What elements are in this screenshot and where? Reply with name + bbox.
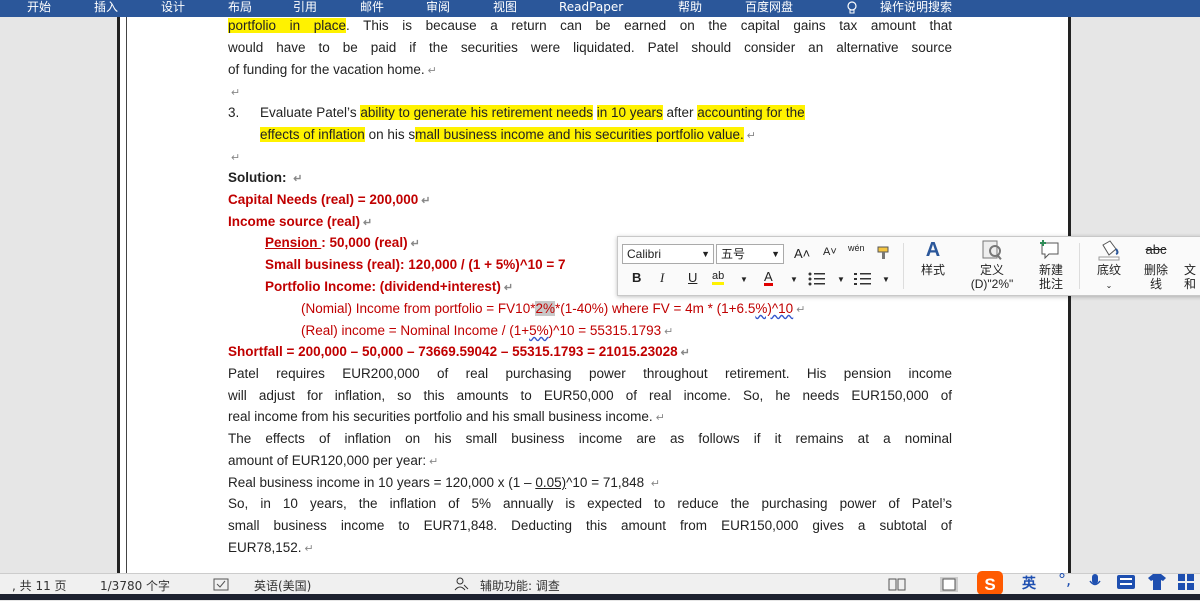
- income-source-line: Income source (real) ↵: [228, 214, 373, 229]
- shortfall-line: Shortfall = 200,000 – 50,000 – 73669.590…: [228, 344, 690, 359]
- punctuation-icon[interactable]: °,: [1058, 570, 1071, 589]
- pinyin-guide-button[interactable]: wén: [848, 243, 865, 253]
- tab-design[interactable]: 设计: [161, 0, 185, 17]
- bold-button[interactable]: B: [632, 270, 641, 285]
- lightbulb-icon: [847, 1, 857, 14]
- bullets-icon[interactable]: [808, 271, 826, 287]
- font-name-select[interactable]: Calibri ▼: [622, 244, 714, 264]
- strikethrough-button[interactable]: abc 删除 线: [1136, 239, 1176, 291]
- text-line: real income from his securities portfoli…: [228, 409, 665, 424]
- strikethrough-icon: abc: [1145, 242, 1167, 257]
- microphone-icon[interactable]: [1088, 574, 1102, 590]
- format-painter-icon[interactable]: [876, 245, 892, 261]
- question-number: 3.: [228, 105, 240, 120]
- chevron-down-icon[interactable]: ▼: [837, 275, 845, 284]
- chevron-down-icon: ▼: [701, 249, 710, 259]
- underline-button[interactable]: U: [688, 270, 697, 285]
- highlight-button[interactable]: ab: [712, 270, 725, 285]
- text-line: EUR78,152. ↵: [228, 540, 314, 555]
- tab-layout[interactable]: 布局: [228, 0, 252, 17]
- chevron-down-icon[interactable]: ▼: [740, 275, 748, 284]
- ime-language-toggle[interactable]: 英: [1022, 573, 1036, 593]
- text-line: will adjust for inflation, so this amoun…: [228, 388, 952, 403]
- define-button[interactable]: 定义 (D)"2%": [960, 239, 1024, 291]
- font-size-select[interactable]: 五号 ▼: [716, 244, 784, 264]
- accessibility-status[interactable]: 辅助功能: 调查: [480, 577, 560, 594]
- book-search-icon: [982, 240, 1002, 260]
- status-bar: , 共 11 页 1/3780 个字 英语(美国) 辅助功能: 调查: [0, 573, 1200, 595]
- pension-line: Pension : 50,000 (real) ↵: [265, 235, 420, 250]
- selected-text[interactable]: 2%: [535, 301, 555, 316]
- text-line: of funding for the vacation home. ↵: [228, 62, 437, 77]
- text-line: The effects of inflation on his small bu…: [228, 431, 952, 446]
- grow-font-button[interactable]: A˄: [794, 246, 810, 261]
- read-mode-icon[interactable]: [888, 578, 906, 591]
- chevron-down-icon: ▼: [771, 249, 780, 259]
- shrink-font-button[interactable]: A˅: [823, 246, 837, 258]
- portfolio-income-line: Portfolio Income: (dividend+interest) ↵: [265, 279, 514, 294]
- page-count[interactable]: , 共 11 页: [12, 577, 67, 594]
- chevron-down-icon[interactable]: ▼: [790, 275, 798, 284]
- accessibility-icon: [454, 577, 469, 591]
- styles-button[interactable]: A 样式: [909, 239, 957, 277]
- tab-help[interactable]: 帮助: [678, 0, 702, 17]
- tell-me-search[interactable]: 操作说明搜索: [880, 0, 952, 17]
- print-layout-icon[interactable]: [940, 577, 958, 592]
- numbering-icon[interactable]: [854, 271, 872, 287]
- more-button[interactable]: 文 和: [1180, 263, 1200, 291]
- taskbar-strip: [0, 594, 1200, 600]
- italic-button[interactable]: I: [660, 270, 664, 286]
- nominal-income-line: (Nomial) Income from portfolio = FV10*2%…: [301, 301, 806, 316]
- tab-baidu-netdisk[interactable]: 百度网盘: [745, 0, 793, 17]
- word-count[interactable]: 1/3780 个字: [100, 577, 170, 594]
- tab-references[interactable]: 引用: [293, 0, 317, 17]
- question-line: effects of inflation on his small busine…: [260, 127, 756, 142]
- paint-bucket-icon: [1098, 240, 1120, 261]
- keyboard-icon[interactable]: [1117, 575, 1135, 589]
- solution-label: Solution: ↵: [228, 170, 303, 185]
- toolbar-divider: [903, 243, 904, 289]
- text-line: amount of EUR120,000 per year: ↵: [228, 453, 439, 468]
- chevron-down-icon: ⌄: [1105, 281, 1113, 290]
- text-line: portfolio in place. This is because a re…: [228, 18, 953, 33]
- shading-button[interactable]: 底纹 ⌄: [1086, 239, 1132, 293]
- capital-needs-line: Capital Needs (real) = 200,000 ↵: [228, 192, 431, 207]
- empty-paragraph: ↵: [231, 152, 241, 164]
- sogou-logo-icon: S: [977, 571, 1003, 595]
- toolbar-divider: [1079, 243, 1080, 289]
- language-indicator[interactable]: 英语(美国): [254, 577, 311, 594]
- new-comment-button[interactable]: 新建 批注: [1028, 239, 1074, 291]
- ribbon-tab-bar: 开始 插入 设计 布局 引用 邮件 审阅 视图 ReadPaper 帮助 百度网…: [0, 0, 1200, 17]
- sogou-ime-logo[interactable]: S: [976, 569, 1010, 597]
- styles-icon: A: [925, 239, 941, 261]
- proofing-icon[interactable]: [213, 578, 229, 591]
- text-line: So, in 10 years, the inflation of 5% ann…: [228, 496, 952, 511]
- mini-format-toolbar: Calibri ▼ 五号 ▼ A˄ A˅ wén B I U ab ▼ A ▼ ▼ …: [617, 236, 1200, 296]
- tab-home[interactable]: 开始: [27, 0, 51, 17]
- tab-readpaper[interactable]: ReadPaper: [559, 0, 623, 17]
- real-income-line: (Real) income = Nominal Income / (1+5%)^…: [301, 323, 674, 338]
- skin-shirt-icon[interactable]: [1148, 574, 1166, 590]
- text-line: Real business income in 10 years = 120,0…: [228, 475, 661, 490]
- text-line: Patel requires EUR200,000 of real purcha…: [228, 366, 952, 381]
- toolbox-grid-icon[interactable]: [1178, 574, 1194, 590]
- empty-paragraph: ↵: [231, 87, 241, 99]
- comment-add-icon: [1040, 240, 1059, 260]
- font-color-button[interactable]: A: [764, 270, 773, 286]
- small-business-line: Small business (real): 120,000 / (1 + 5%…: [265, 257, 566, 272]
- text-line: would have to be paid if the securities …: [228, 40, 952, 55]
- tab-review[interactable]: 审阅: [426, 0, 450, 17]
- tab-view[interactable]: 视图: [493, 0, 517, 17]
- text-line: small business income to EUR71,848. Dedu…: [228, 518, 952, 533]
- svg-text:S: S: [984, 575, 995, 594]
- tab-mailings[interactable]: 邮件: [360, 0, 384, 17]
- page-edge-line: [126, 17, 127, 573]
- question-line: Evaluate Patel’s ability to generate his…: [260, 105, 805, 120]
- chevron-down-icon[interactable]: ▼: [882, 275, 890, 284]
- tab-insert[interactable]: 插入: [94, 0, 118, 17]
